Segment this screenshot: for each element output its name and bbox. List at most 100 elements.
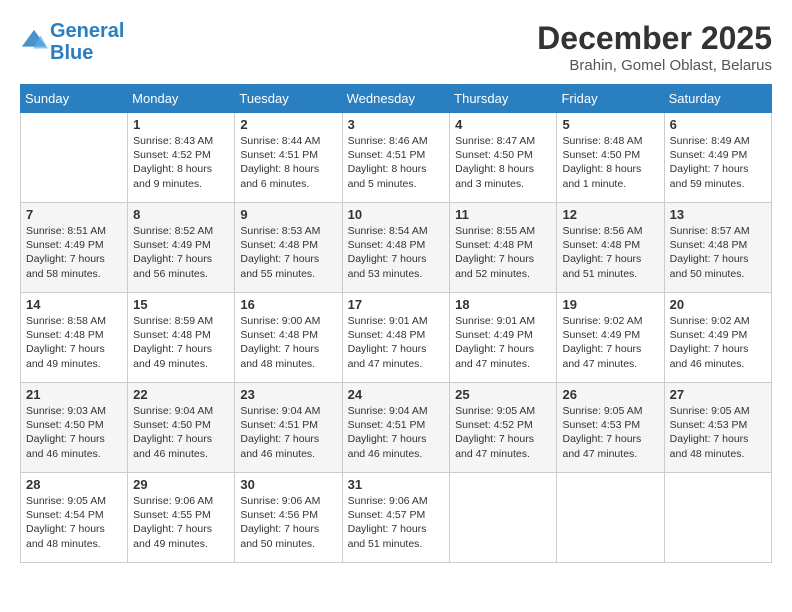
table-row: 17 Sunrise: 9:01 AMSunset: 4:48 PMDaylig… xyxy=(342,293,450,383)
day-number: 11 xyxy=(455,207,551,222)
day-info: Sunrise: 8:49 AMSunset: 4:49 PMDaylight:… xyxy=(670,134,766,191)
col-thursday: Thursday xyxy=(450,85,557,113)
day-info: Sunrise: 9:05 AMSunset: 4:52 PMDaylight:… xyxy=(455,404,551,461)
table-row: 1 Sunrise: 8:43 AMSunset: 4:52 PMDayligh… xyxy=(128,113,235,203)
day-number: 15 xyxy=(133,297,229,312)
table-row: 23 Sunrise: 9:04 AMSunset: 4:51 PMDaylig… xyxy=(235,383,342,473)
calendar-header-row: Sunday Monday Tuesday Wednesday Thursday… xyxy=(21,85,772,113)
table-row: 24 Sunrise: 9:04 AMSunset: 4:51 PMDaylig… xyxy=(342,383,450,473)
day-number: 9 xyxy=(240,207,336,222)
day-number: 25 xyxy=(455,387,551,402)
location-subtitle: Brahin, Gomel Oblast, Belarus xyxy=(537,57,772,74)
day-number: 3 xyxy=(348,117,445,132)
col-saturday: Saturday xyxy=(664,85,771,113)
calendar-week-row: 28 Sunrise: 9:05 AMSunset: 4:54 PMDaylig… xyxy=(21,473,772,563)
table-row: 25 Sunrise: 9:05 AMSunset: 4:52 PMDaylig… xyxy=(450,383,557,473)
day-info: Sunrise: 9:04 AMSunset: 4:50 PMDaylight:… xyxy=(133,404,229,461)
day-info: Sunrise: 9:04 AMSunset: 4:51 PMDaylight:… xyxy=(240,404,336,461)
day-info: Sunrise: 9:01 AMSunset: 4:49 PMDaylight:… xyxy=(455,314,551,371)
day-number: 2 xyxy=(240,117,336,132)
day-number: 31 xyxy=(348,477,445,492)
table-row: 10 Sunrise: 8:54 AMSunset: 4:48 PMDaylig… xyxy=(342,203,450,293)
day-number: 20 xyxy=(670,297,766,312)
table-row: 28 Sunrise: 9:05 AMSunset: 4:54 PMDaylig… xyxy=(21,473,128,563)
col-tuesday: Tuesday xyxy=(235,85,342,113)
table-row xyxy=(664,473,771,563)
page-header: General Blue December 2025 Brahin, Gomel… xyxy=(20,20,772,74)
day-info: Sunrise: 9:06 AMSunset: 4:55 PMDaylight:… xyxy=(133,494,229,551)
day-number: 1 xyxy=(133,117,229,132)
table-row: 31 Sunrise: 9:06 AMSunset: 4:57 PMDaylig… xyxy=(342,473,450,563)
day-info: Sunrise: 8:52 AMSunset: 4:49 PMDaylight:… xyxy=(133,224,229,281)
table-row: 30 Sunrise: 9:06 AMSunset: 4:56 PMDaylig… xyxy=(235,473,342,563)
table-row: 20 Sunrise: 9:02 AMSunset: 4:49 PMDaylig… xyxy=(664,293,771,383)
col-sunday: Sunday xyxy=(21,85,128,113)
table-row: 16 Sunrise: 9:00 AMSunset: 4:48 PMDaylig… xyxy=(235,293,342,383)
day-info: Sunrise: 9:02 AMSunset: 4:49 PMDaylight:… xyxy=(562,314,658,371)
day-info: Sunrise: 9:06 AMSunset: 4:57 PMDaylight:… xyxy=(348,494,445,551)
day-info: Sunrise: 8:56 AMSunset: 4:48 PMDaylight:… xyxy=(562,224,658,281)
day-info: Sunrise: 8:47 AMSunset: 4:50 PMDaylight:… xyxy=(455,134,551,191)
col-monday: Monday xyxy=(128,85,235,113)
day-number: 17 xyxy=(348,297,445,312)
day-number: 16 xyxy=(240,297,336,312)
day-info: Sunrise: 9:05 AMSunset: 4:53 PMDaylight:… xyxy=(562,404,658,461)
day-number: 13 xyxy=(670,207,766,222)
day-number: 29 xyxy=(133,477,229,492)
table-row: 8 Sunrise: 8:52 AMSunset: 4:49 PMDayligh… xyxy=(128,203,235,293)
table-row: 21 Sunrise: 9:03 AMSunset: 4:50 PMDaylig… xyxy=(21,383,128,473)
table-row: 14 Sunrise: 8:58 AMSunset: 4:48 PMDaylig… xyxy=(21,293,128,383)
day-number: 22 xyxy=(133,387,229,402)
logo-icon xyxy=(20,28,48,56)
table-row: 6 Sunrise: 8:49 AMSunset: 4:49 PMDayligh… xyxy=(664,113,771,203)
day-number: 14 xyxy=(26,297,122,312)
day-info: Sunrise: 9:01 AMSunset: 4:48 PMDaylight:… xyxy=(348,314,445,371)
day-number: 19 xyxy=(562,297,658,312)
day-info: Sunrise: 8:46 AMSunset: 4:51 PMDaylight:… xyxy=(348,134,445,191)
calendar-table: Sunday Monday Tuesday Wednesday Thursday… xyxy=(20,84,772,563)
day-info: Sunrise: 8:51 AMSunset: 4:49 PMDaylight:… xyxy=(26,224,122,281)
table-row: 13 Sunrise: 8:57 AMSunset: 4:48 PMDaylig… xyxy=(664,203,771,293)
table-row: 3 Sunrise: 8:46 AMSunset: 4:51 PMDayligh… xyxy=(342,113,450,203)
calendar-week-row: 7 Sunrise: 8:51 AMSunset: 4:49 PMDayligh… xyxy=(21,203,772,293)
day-info: Sunrise: 8:59 AMSunset: 4:48 PMDaylight:… xyxy=(133,314,229,371)
day-number: 8 xyxy=(133,207,229,222)
logo: General Blue xyxy=(20,20,124,64)
month-title: December 2025 xyxy=(537,20,772,57)
day-number: 28 xyxy=(26,477,122,492)
table-row: 27 Sunrise: 9:05 AMSunset: 4:53 PMDaylig… xyxy=(664,383,771,473)
table-row: 12 Sunrise: 8:56 AMSunset: 4:48 PMDaylig… xyxy=(557,203,664,293)
day-number: 10 xyxy=(348,207,445,222)
day-info: Sunrise: 8:55 AMSunset: 4:48 PMDaylight:… xyxy=(455,224,551,281)
table-row: 5 Sunrise: 8:48 AMSunset: 4:50 PMDayligh… xyxy=(557,113,664,203)
day-number: 21 xyxy=(26,387,122,402)
day-number: 5 xyxy=(562,117,658,132)
calendar-week-row: 21 Sunrise: 9:03 AMSunset: 4:50 PMDaylig… xyxy=(21,383,772,473)
day-number: 30 xyxy=(240,477,336,492)
day-number: 12 xyxy=(562,207,658,222)
table-row: 15 Sunrise: 8:59 AMSunset: 4:48 PMDaylig… xyxy=(128,293,235,383)
day-number: 27 xyxy=(670,387,766,402)
day-number: 6 xyxy=(670,117,766,132)
day-info: Sunrise: 9:04 AMSunset: 4:51 PMDaylight:… xyxy=(348,404,445,461)
table-row: 22 Sunrise: 9:04 AMSunset: 4:50 PMDaylig… xyxy=(128,383,235,473)
calendar-week-row: 14 Sunrise: 8:58 AMSunset: 4:48 PMDaylig… xyxy=(21,293,772,383)
day-info: Sunrise: 9:02 AMSunset: 4:49 PMDaylight:… xyxy=(670,314,766,371)
table-row: 7 Sunrise: 8:51 AMSunset: 4:49 PMDayligh… xyxy=(21,203,128,293)
day-number: 24 xyxy=(348,387,445,402)
table-row: 2 Sunrise: 8:44 AMSunset: 4:51 PMDayligh… xyxy=(235,113,342,203)
table-row xyxy=(21,113,128,203)
day-info: Sunrise: 9:05 AMSunset: 4:53 PMDaylight:… xyxy=(670,404,766,461)
title-block: December 2025 Brahin, Gomel Oblast, Bela… xyxy=(537,20,772,74)
table-row: 11 Sunrise: 8:55 AMSunset: 4:48 PMDaylig… xyxy=(450,203,557,293)
day-number: 4 xyxy=(455,117,551,132)
table-row: 29 Sunrise: 9:06 AMSunset: 4:55 PMDaylig… xyxy=(128,473,235,563)
day-info: Sunrise: 8:48 AMSunset: 4:50 PMDaylight:… xyxy=(562,134,658,191)
table-row: 4 Sunrise: 8:47 AMSunset: 4:50 PMDayligh… xyxy=(450,113,557,203)
col-wednesday: Wednesday xyxy=(342,85,450,113)
day-info: Sunrise: 8:58 AMSunset: 4:48 PMDaylight:… xyxy=(26,314,122,371)
day-number: 18 xyxy=(455,297,551,312)
day-info: Sunrise: 8:44 AMSunset: 4:51 PMDaylight:… xyxy=(240,134,336,191)
table-row: 26 Sunrise: 9:05 AMSunset: 4:53 PMDaylig… xyxy=(557,383,664,473)
day-info: Sunrise: 8:57 AMSunset: 4:48 PMDaylight:… xyxy=(670,224,766,281)
